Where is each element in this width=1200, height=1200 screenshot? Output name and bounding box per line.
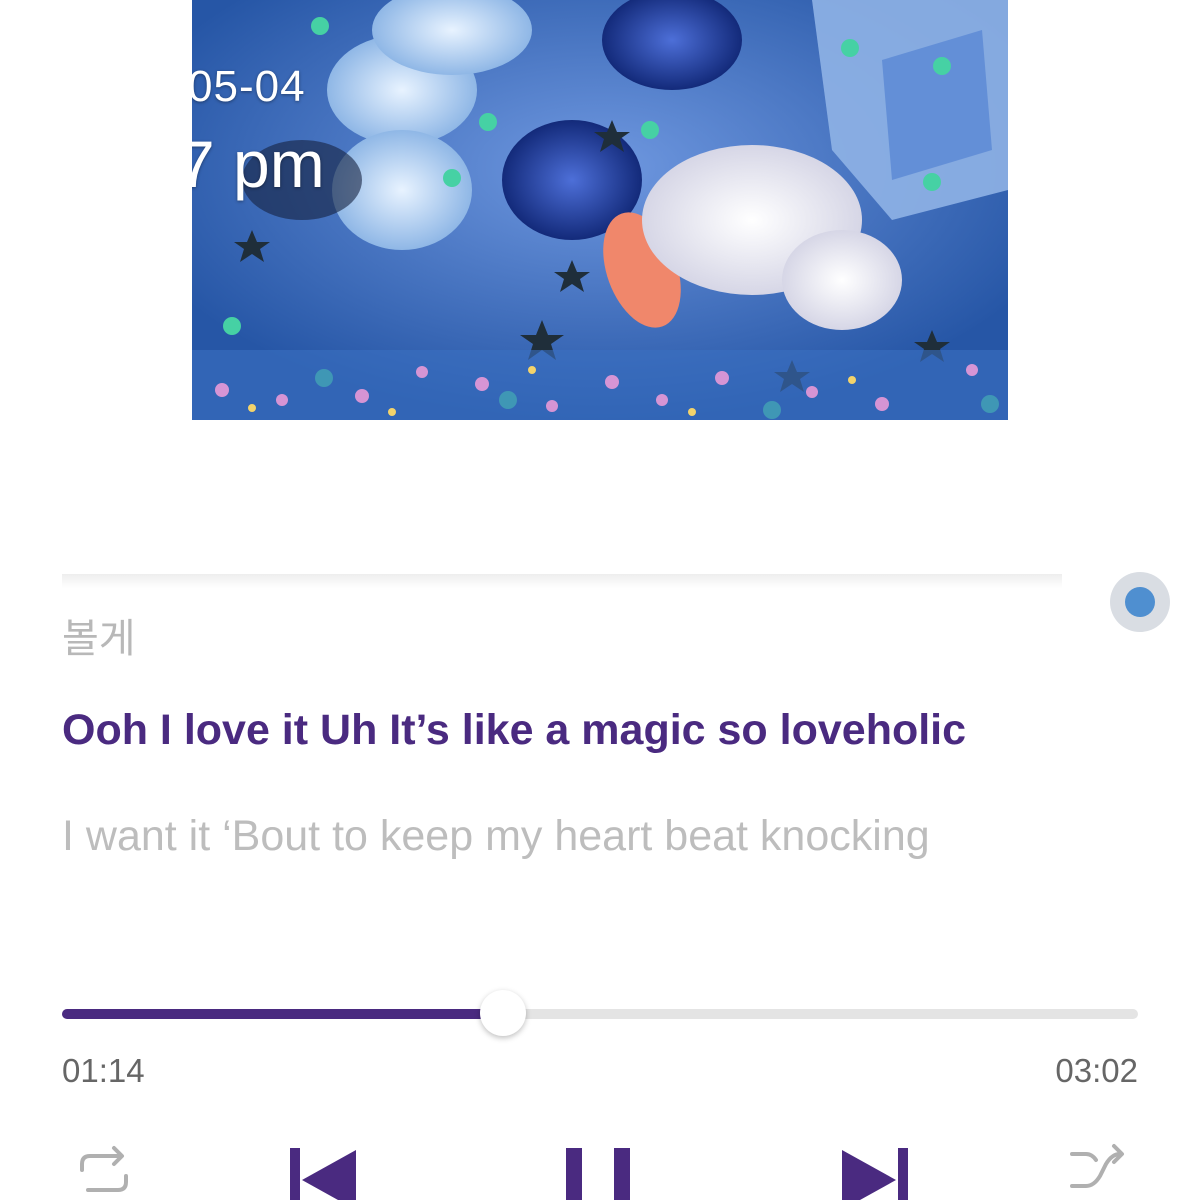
shuffle-icon[interactable] bbox=[1066, 1140, 1130, 1200]
skip-previous-icon[interactable] bbox=[288, 1148, 360, 1200]
skip-next-icon[interactable] bbox=[838, 1148, 910, 1200]
progress-knob[interactable] bbox=[480, 990, 527, 1036]
progress-slider[interactable] bbox=[62, 990, 1138, 1036]
lyric-previous-line[interactable]: 볼게 bbox=[62, 606, 136, 664]
lyric-next-line[interactable]: I want it ‘Bout to keep my heart beat kn… bbox=[62, 812, 930, 861]
pause-icon[interactable] bbox=[562, 1148, 634, 1200]
music-player-screen: 05-04 7 pm 볼게 Ooh I love it Uh It’s like… bbox=[0, 0, 1200, 1200]
repeat-icon[interactable] bbox=[74, 1140, 134, 1200]
lyric-current-line[interactable]: Ooh I love it Uh It’s like a magic so lo… bbox=[62, 706, 966, 755]
elapsed-time: 01:14 bbox=[62, 1052, 145, 1089]
album-artwork[interactable]: 05-04 7 pm bbox=[192, 0, 1008, 420]
sync-dot-icon bbox=[1125, 587, 1155, 617]
artwork-date-text: 05-04 bbox=[192, 62, 306, 111]
lyric-sync-button[interactable] bbox=[1110, 572, 1170, 632]
total-time: 03:02 bbox=[1055, 1052, 1138, 1089]
artwork-image bbox=[192, 0, 1008, 420]
artwork-time-text: 7 pm bbox=[192, 127, 325, 201]
faded-lyric-line bbox=[62, 574, 1062, 588]
progress-fill bbox=[62, 1009, 504, 1019]
